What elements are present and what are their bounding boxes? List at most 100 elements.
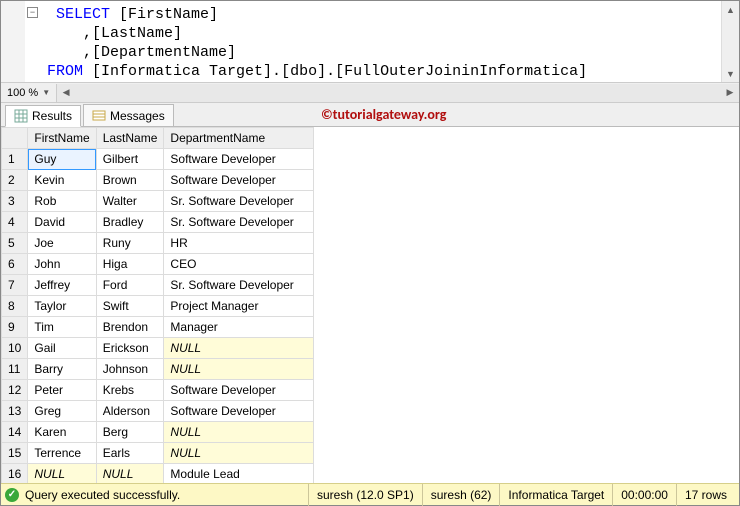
table-row[interactable]: 9TimBrendonManager bbox=[2, 317, 314, 338]
table-row[interactable]: 15TerrenceEarlsNULL bbox=[2, 443, 314, 464]
table-row[interactable]: 10GailEricksonNULL bbox=[2, 338, 314, 359]
row-number[interactable]: 10 bbox=[2, 338, 28, 359]
row-number[interactable]: 7 bbox=[2, 275, 28, 296]
cell-firstname[interactable]: Kevin bbox=[28, 170, 96, 191]
cell-lastname[interactable]: Krebs bbox=[96, 380, 164, 401]
cell-lastname[interactable]: Swift bbox=[96, 296, 164, 317]
cell-firstname[interactable]: Tim bbox=[28, 317, 96, 338]
cell-firstname[interactable]: NULL bbox=[28, 464, 96, 484]
row-number[interactable]: 13 bbox=[2, 401, 28, 422]
row-number-header[interactable] bbox=[2, 128, 28, 149]
cell-department[interactable]: CEO bbox=[164, 254, 314, 275]
cell-firstname[interactable]: Joe bbox=[28, 233, 96, 254]
cell-lastname[interactable]: Walter bbox=[96, 191, 164, 212]
tab-messages[interactable]: Messages bbox=[83, 104, 174, 126]
cell-firstname[interactable]: Greg bbox=[28, 401, 96, 422]
sql-text[interactable]: SELECT [FirstName] ,[LastName] ,[Departm… bbox=[1, 1, 739, 81]
cell-department[interactable]: NULL bbox=[164, 443, 314, 464]
cell-department[interactable]: Sr. Software Developer bbox=[164, 212, 314, 233]
cell-lastname[interactable]: Erickson bbox=[96, 338, 164, 359]
table-row[interactable]: 2KevinBrownSoftware Developer bbox=[2, 170, 314, 191]
table-row[interactable]: 1GuyGilbertSoftware Developer bbox=[2, 149, 314, 170]
cell-department[interactable]: Sr. Software Developer bbox=[164, 275, 314, 296]
cell-firstname[interactable]: Guy bbox=[28, 149, 96, 170]
table-row[interactable]: 4DavidBradleySr. Software Developer bbox=[2, 212, 314, 233]
cell-department[interactable]: Software Developer bbox=[164, 170, 314, 191]
row-number[interactable]: 8 bbox=[2, 296, 28, 317]
table-row[interactable]: 13GregAldersonSoftware Developer bbox=[2, 401, 314, 422]
cell-lastname[interactable]: Alderson bbox=[96, 401, 164, 422]
row-number[interactable]: 16 bbox=[2, 464, 28, 484]
row-number[interactable]: 11 bbox=[2, 359, 28, 380]
row-number[interactable]: 3 bbox=[2, 191, 28, 212]
cell-lastname[interactable]: Bradley bbox=[96, 212, 164, 233]
table-row[interactable]: 7JeffreyFordSr. Software Developer bbox=[2, 275, 314, 296]
row-number[interactable]: 14 bbox=[2, 422, 28, 443]
row-number[interactable]: 9 bbox=[2, 317, 28, 338]
cell-lastname[interactable]: Ford bbox=[96, 275, 164, 296]
row-number[interactable]: 6 bbox=[2, 254, 28, 275]
column-header-department[interactable]: DepartmentName bbox=[164, 128, 314, 149]
row-number[interactable]: 1 bbox=[2, 149, 28, 170]
cell-department[interactable]: Software Developer bbox=[164, 380, 314, 401]
results-pane[interactable]: FirstName LastName DepartmentName 1GuyGi… bbox=[1, 127, 739, 483]
table-row[interactable]: 5JoeRunyHR bbox=[2, 233, 314, 254]
header-row: FirstName LastName DepartmentName bbox=[2, 128, 314, 149]
editor-horizontal-scrollbar[interactable]: ◀ ▶ bbox=[56, 84, 739, 102]
cell-firstname[interactable]: Peter bbox=[28, 380, 96, 401]
code-fold-toggle[interactable]: − bbox=[27, 7, 38, 18]
cell-department[interactable]: HR bbox=[164, 233, 314, 254]
table-row[interactable]: 12PeterKrebsSoftware Developer bbox=[2, 380, 314, 401]
cell-firstname[interactable]: Terrence bbox=[28, 443, 96, 464]
cell-department[interactable]: Sr. Software Developer bbox=[164, 191, 314, 212]
cell-department[interactable]: NULL bbox=[164, 422, 314, 443]
scroll-down-icon[interactable]: ▼ bbox=[722, 65, 739, 83]
cell-department[interactable]: Module Lead bbox=[164, 464, 314, 484]
row-number[interactable]: 15 bbox=[2, 443, 28, 464]
table-row[interactable]: 14KarenBergNULL bbox=[2, 422, 314, 443]
cell-firstname[interactable]: Barry bbox=[28, 359, 96, 380]
cell-department[interactable]: Manager bbox=[164, 317, 314, 338]
cell-department[interactable]: NULL bbox=[164, 359, 314, 380]
cell-department[interactable]: Software Developer bbox=[164, 401, 314, 422]
row-number[interactable]: 5 bbox=[2, 233, 28, 254]
editor-vertical-scrollbar[interactable]: ▲ ▼ bbox=[721, 1, 739, 83]
tab-results[interactable]: Results bbox=[5, 105, 81, 127]
cell-firstname[interactable]: Gail bbox=[28, 338, 96, 359]
scroll-left-icon[interactable]: ◀ bbox=[57, 84, 75, 102]
cell-department[interactable]: NULL bbox=[164, 338, 314, 359]
cell-lastname[interactable]: Runy bbox=[96, 233, 164, 254]
scroll-right-icon[interactable]: ▶ bbox=[721, 84, 739, 102]
cell-lastname[interactable]: Gilbert bbox=[96, 149, 164, 170]
cell-firstname[interactable]: Karen bbox=[28, 422, 96, 443]
table-row[interactable]: 3RobWalterSr. Software Developer bbox=[2, 191, 314, 212]
cell-firstname[interactable]: Jeffrey bbox=[28, 275, 96, 296]
cell-lastname[interactable]: Higa bbox=[96, 254, 164, 275]
cell-lastname[interactable]: Johnson bbox=[96, 359, 164, 380]
cell-lastname[interactable]: Brown bbox=[96, 170, 164, 191]
column-header-lastname[interactable]: LastName bbox=[96, 128, 164, 149]
row-number[interactable]: 12 bbox=[2, 380, 28, 401]
zoom-level-selector[interactable]: 100 % ▼ bbox=[1, 87, 56, 99]
row-number[interactable]: 2 bbox=[2, 170, 28, 191]
row-number[interactable]: 4 bbox=[2, 212, 28, 233]
column-header-firstname[interactable]: FirstName bbox=[28, 128, 96, 149]
cell-lastname[interactable]: Brendon bbox=[96, 317, 164, 338]
cell-department[interactable]: Software Developer bbox=[164, 149, 314, 170]
cell-firstname[interactable]: Rob bbox=[28, 191, 96, 212]
table-row[interactable]: 11BarryJohnsonNULL bbox=[2, 359, 314, 380]
cell-lastname[interactable]: Earls bbox=[96, 443, 164, 464]
table-row[interactable]: 16NULLNULLModule Lead bbox=[2, 464, 314, 484]
cell-firstname[interactable]: David bbox=[28, 212, 96, 233]
table-row[interactable]: 8TaylorSwiftProject Manager bbox=[2, 296, 314, 317]
cell-lastname[interactable]: NULL bbox=[96, 464, 164, 484]
status-time: 00:00:00 bbox=[612, 484, 676, 506]
cell-department[interactable]: Project Manager bbox=[164, 296, 314, 317]
cell-firstname[interactable]: John bbox=[28, 254, 96, 275]
scroll-up-icon[interactable]: ▲ bbox=[722, 1, 739, 19]
table-row[interactable]: 6JohnHigaCEO bbox=[2, 254, 314, 275]
sql-editor-pane[interactable]: − SELECT [FirstName] ,[LastName] ,[Depar… bbox=[1, 1, 739, 83]
cell-firstname[interactable]: Taylor bbox=[28, 296, 96, 317]
messages-icon bbox=[92, 109, 106, 123]
cell-lastname[interactable]: Berg bbox=[96, 422, 164, 443]
